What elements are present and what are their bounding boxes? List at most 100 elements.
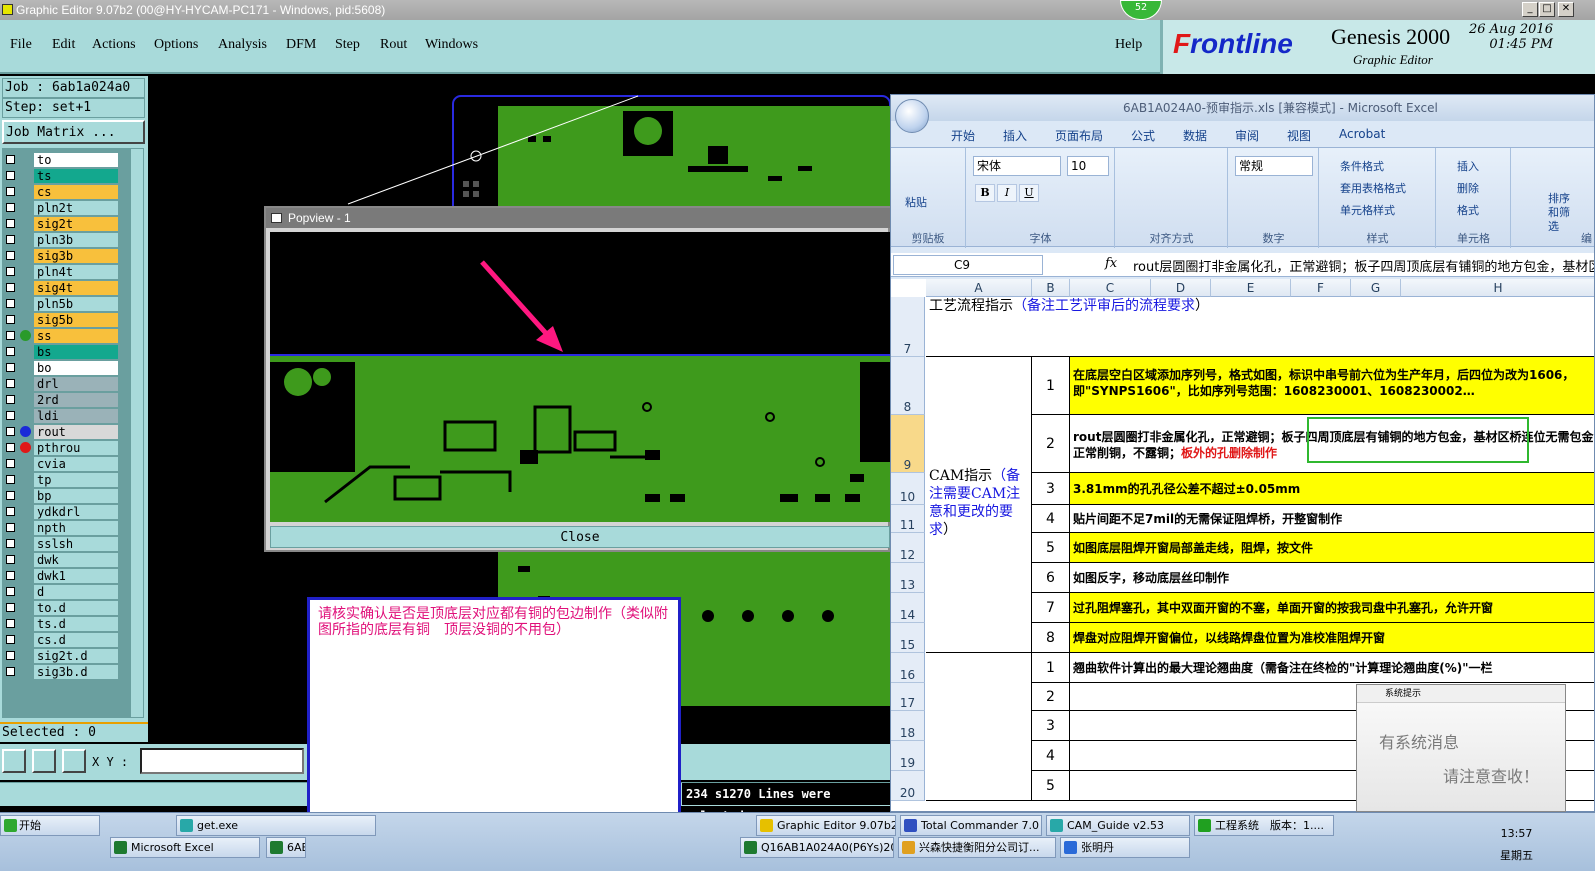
column-header[interactable]: E xyxy=(1211,279,1291,297)
layer-checkbox[interactable] xyxy=(6,411,15,420)
row-header[interactable]: 17 xyxy=(891,683,925,711)
layer-row[interactable]: drl xyxy=(2,376,144,392)
start-button[interactable]: 开始 xyxy=(0,815,100,836)
close-button[interactable]: Close xyxy=(270,526,890,548)
layer-checkbox[interactable] xyxy=(6,395,15,404)
layer-checkbox[interactable] xyxy=(6,363,15,372)
row-header[interactable]: 10 xyxy=(891,473,925,505)
layer-name[interactable]: sig3b.d xyxy=(34,665,118,679)
layer-checkbox[interactable] xyxy=(6,555,15,564)
clock[interactable]: 13:57 星期五 xyxy=(1500,823,1533,867)
layer-checkbox[interactable] xyxy=(6,523,15,532)
layer-row[interactable]: bp xyxy=(2,488,144,504)
cell-b[interactable]: 1 xyxy=(1032,357,1070,415)
system-notification[interactable]: 系统提示 有系统消息 请注意查收！ xyxy=(1356,684,1566,812)
layer-checkbox[interactable] xyxy=(6,155,15,164)
tab-insert[interactable]: 插入 xyxy=(1003,127,1027,144)
column-header[interactable]: G xyxy=(1351,279,1401,297)
tab-data[interactable]: 数据 xyxy=(1183,127,1207,144)
layer-name[interactable]: sig5b xyxy=(34,313,118,327)
cell-b[interactable]: 3 xyxy=(1032,711,1070,741)
task-q16-doc[interactable]: Q16AB1A024A0(P6Ys)20... xyxy=(740,837,894,858)
layer-checkbox[interactable] xyxy=(6,587,15,596)
layer-name[interactable]: ts.d xyxy=(34,617,118,631)
insert-button[interactable]: 插入 xyxy=(1457,158,1479,174)
row-header[interactable]: 18 xyxy=(891,711,925,741)
name-box[interactable]: C9 xyxy=(893,255,1043,275)
cell-c[interactable]: 翘曲软件计算出的最大理论翘曲度（需备注在终检的"计算理论翘曲度(%)"一栏 xyxy=(1070,653,1594,683)
job-matrix-button[interactable]: Job Matrix ... xyxy=(2,120,145,144)
underline-button[interactable]: U xyxy=(1019,184,1039,202)
popview-canvas[interactable] xyxy=(270,232,890,522)
italic-button[interactable]: I xyxy=(997,184,1017,202)
layer-checkbox[interactable] xyxy=(6,187,15,196)
layer-name[interactable]: bo xyxy=(34,361,118,375)
row-header[interactable]: 12 xyxy=(891,533,925,563)
cell-a[interactable] xyxy=(926,653,1032,801)
layer-row[interactable]: pln4t xyxy=(2,264,144,280)
layer-name[interactable]: 2rd xyxy=(34,393,118,407)
row-header[interactable]: 19 xyxy=(891,741,925,771)
layer-name[interactable]: bp xyxy=(34,489,118,503)
row-header[interactable]: 7 xyxy=(891,297,925,357)
layer-name[interactable]: cs.d xyxy=(34,633,118,647)
layer-name[interactable]: d xyxy=(34,585,118,599)
layer-row[interactable]: ts.d xyxy=(2,616,144,632)
layer-checkbox[interactable] xyxy=(6,475,15,484)
row-header[interactable]: 16 xyxy=(891,653,925,683)
layer-checkbox[interactable] xyxy=(6,235,15,244)
tab-review[interactable]: 审阅 xyxy=(1235,127,1259,144)
menu-edit[interactable]: Edit xyxy=(52,37,75,53)
layer-row[interactable]: sig3b.d xyxy=(2,664,144,680)
cell-c[interactable]: 过孔阻焊塞孔，其中双面开窗的不塞，单面开窗的按我司盘中孔塞孔，允许开窗 xyxy=(1070,593,1594,623)
menu-rout[interactable]: Rout xyxy=(380,37,407,53)
layer-row[interactable]: bo xyxy=(2,360,144,376)
cell-b[interactable]: 2 xyxy=(1032,683,1070,711)
layer-name[interactable]: npth xyxy=(34,521,118,535)
layer-checkbox[interactable] xyxy=(6,491,15,500)
layer-name[interactable]: pln2t xyxy=(34,201,118,215)
layer-row[interactable]: 2rd xyxy=(2,392,144,408)
conditional-format-button[interactable]: 条件格式 xyxy=(1340,158,1384,174)
layer-row[interactable]: cs.d xyxy=(2,632,144,648)
column-header[interactable]: B xyxy=(1032,279,1070,297)
layer-checkbox[interactable] xyxy=(6,203,15,212)
layer-row[interactable]: tp xyxy=(2,472,144,488)
cell-b[interactable]: 1 xyxy=(1032,653,1070,683)
layer-name[interactable]: sig2t.d xyxy=(34,649,118,663)
layer-name[interactable]: pln4t xyxy=(34,265,118,279)
row-header[interactable]: 13 xyxy=(891,563,925,593)
menu-dfm[interactable]: DFM xyxy=(286,37,316,53)
layer-name[interactable]: rout xyxy=(34,425,118,439)
layer-checkbox[interactable] xyxy=(6,619,15,628)
layer-row[interactable]: dwk xyxy=(2,552,144,568)
layer-checkbox[interactable] xyxy=(6,219,15,228)
layer-checkbox[interactable] xyxy=(6,299,15,308)
layer-checkbox[interactable] xyxy=(6,571,15,580)
xy-input[interactable] xyxy=(140,748,304,774)
sort-filter-button[interactable]: 排序和筛选 xyxy=(1548,192,1574,234)
layer-row[interactable]: ss xyxy=(2,328,144,344)
menu-step[interactable]: Step xyxy=(335,37,360,53)
layer-row[interactable]: cvia xyxy=(2,456,144,472)
cell-a[interactable]: 工艺流程指示（备注工艺评审后的流程要求） xyxy=(926,297,1586,357)
layer-name[interactable]: ydkdrl xyxy=(34,505,118,519)
layer-name[interactable]: ldi xyxy=(34,409,118,423)
font-name-select[interactable]: 宋体 xyxy=(973,156,1061,176)
layer-row[interactable]: pln5b xyxy=(2,296,144,312)
layer-checkbox[interactable] xyxy=(6,667,15,676)
layer-row[interactable]: sig5b xyxy=(2,312,144,328)
layer-name[interactable]: bs xyxy=(34,345,118,359)
layer-row[interactable]: pln3b xyxy=(2,232,144,248)
column-header[interactable]: A xyxy=(926,279,1032,297)
layer-checkbox[interactable] xyxy=(6,603,15,612)
layer-row[interactable]: sslsh xyxy=(2,536,144,552)
column-header[interactable]: D xyxy=(1151,279,1211,297)
cell-styles-button[interactable]: 单元格样式 xyxy=(1340,202,1395,218)
row-header[interactable]: 8 xyxy=(891,357,925,415)
layer-row[interactable]: ydkdrl xyxy=(2,504,144,520)
menu-analysis[interactable]: Analysis xyxy=(218,37,267,53)
cell-b[interactable]: 3 xyxy=(1032,473,1070,505)
layer-name[interactable]: sslsh xyxy=(34,537,118,551)
row-header[interactable]: 11 xyxy=(891,505,925,533)
